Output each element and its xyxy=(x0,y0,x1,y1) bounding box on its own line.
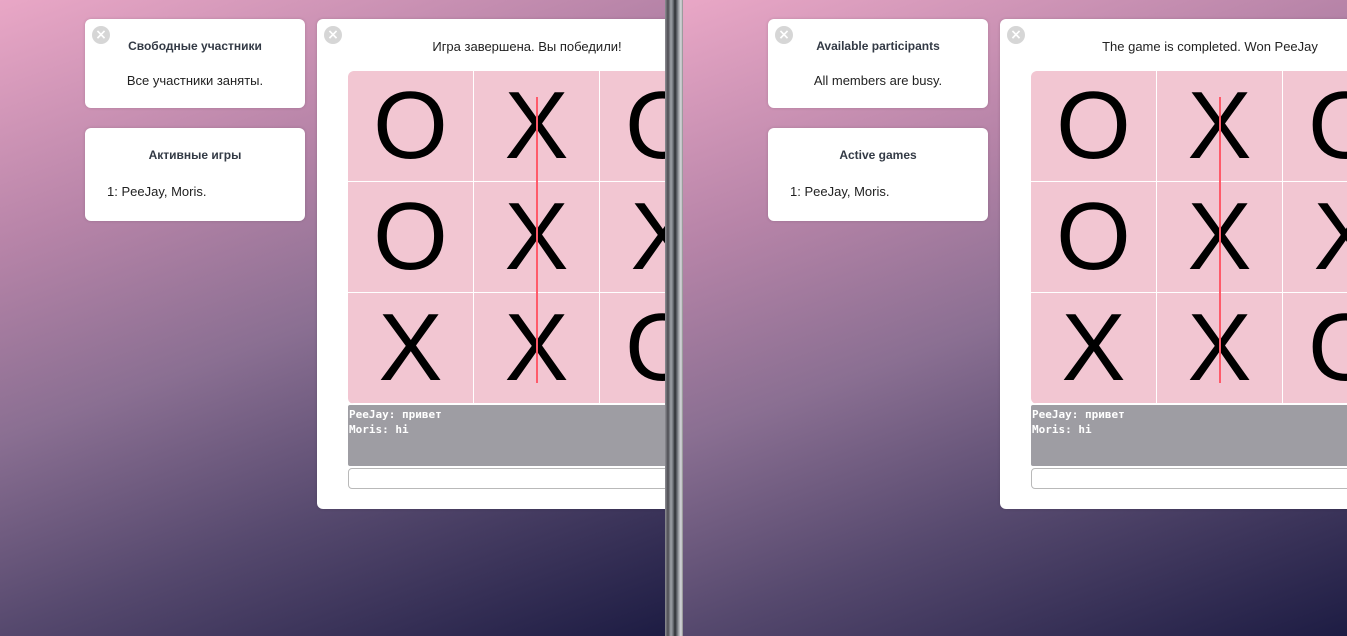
chat-log: PeeJay: привет Moris: hi xyxy=(1031,405,1347,466)
game-status: The game is completed. Won PeeJay xyxy=(1102,39,1318,54)
window-divider[interactable] xyxy=(665,0,683,636)
chat-message: Moris: hi xyxy=(349,423,409,436)
left-window: × Свободные участники Все участники заня… xyxy=(0,0,665,636)
board-cell[interactable]: X xyxy=(1031,293,1157,404)
chat-log: PeeJay: привет Moris: hi xyxy=(348,405,665,466)
chat-input[interactable] xyxy=(1031,468,1347,489)
board-cell[interactable]: O xyxy=(1283,293,1347,404)
chat-message: PeeJay: привет xyxy=(1032,408,1125,421)
board-cell[interactable]: O xyxy=(1283,71,1347,182)
free-participants-title: Available participants xyxy=(816,39,940,53)
chat-message: Moris: hi xyxy=(1032,423,1092,436)
chat-message: PeeJay: привет xyxy=(349,408,442,421)
board-cell[interactable]: X xyxy=(1283,182,1347,293)
board-cell[interactable]: O xyxy=(348,71,474,182)
board-cell[interactable]: O xyxy=(1031,71,1157,182)
board-cell[interactable]: O xyxy=(600,293,665,404)
free-participants-text: All members are busy. xyxy=(813,73,943,88)
board-cell[interactable]: O xyxy=(1031,182,1157,293)
game-panel: × The game is completed. Won PeeJay O X … xyxy=(1000,19,1347,509)
win-line xyxy=(536,97,538,383)
chat-input[interactable] xyxy=(348,468,665,489)
game-board: O X O O X X X X O xyxy=(348,71,665,404)
free-participants-panel: × Свободные участники Все участники заня… xyxy=(85,19,305,108)
free-participants-text: Все участники заняты. xyxy=(126,73,264,88)
active-games-title: Active games xyxy=(839,148,917,162)
free-participants-title: Свободные участники xyxy=(128,39,262,53)
board-cell[interactable]: X xyxy=(600,182,665,293)
right-window: × Available participants All members are… xyxy=(683,0,1347,636)
game-panel: × Игра завершена. Вы победили! O X O O X… xyxy=(317,19,665,509)
active-games-title: Активные игры xyxy=(148,148,242,162)
active-game-row[interactable]: 1: PeeJay, Moris. xyxy=(790,184,889,199)
board-cell[interactable]: O xyxy=(600,71,665,182)
win-line xyxy=(1219,97,1221,383)
board-cell[interactable]: O xyxy=(348,182,474,293)
active-game-row[interactable]: 1: PeeJay, Moris. xyxy=(107,184,206,199)
active-games-panel: Active games 1: PeeJay, Moris. xyxy=(768,128,988,221)
board-cell[interactable]: X xyxy=(348,293,474,404)
game-board: O X O O X X X X O xyxy=(1031,71,1347,404)
active-games-panel: Активные игры 1: PeeJay, Moris. xyxy=(85,128,305,221)
free-participants-panel: × Available participants All members are… xyxy=(768,19,988,108)
game-status: Игра завершена. Вы победили! xyxy=(432,39,622,54)
